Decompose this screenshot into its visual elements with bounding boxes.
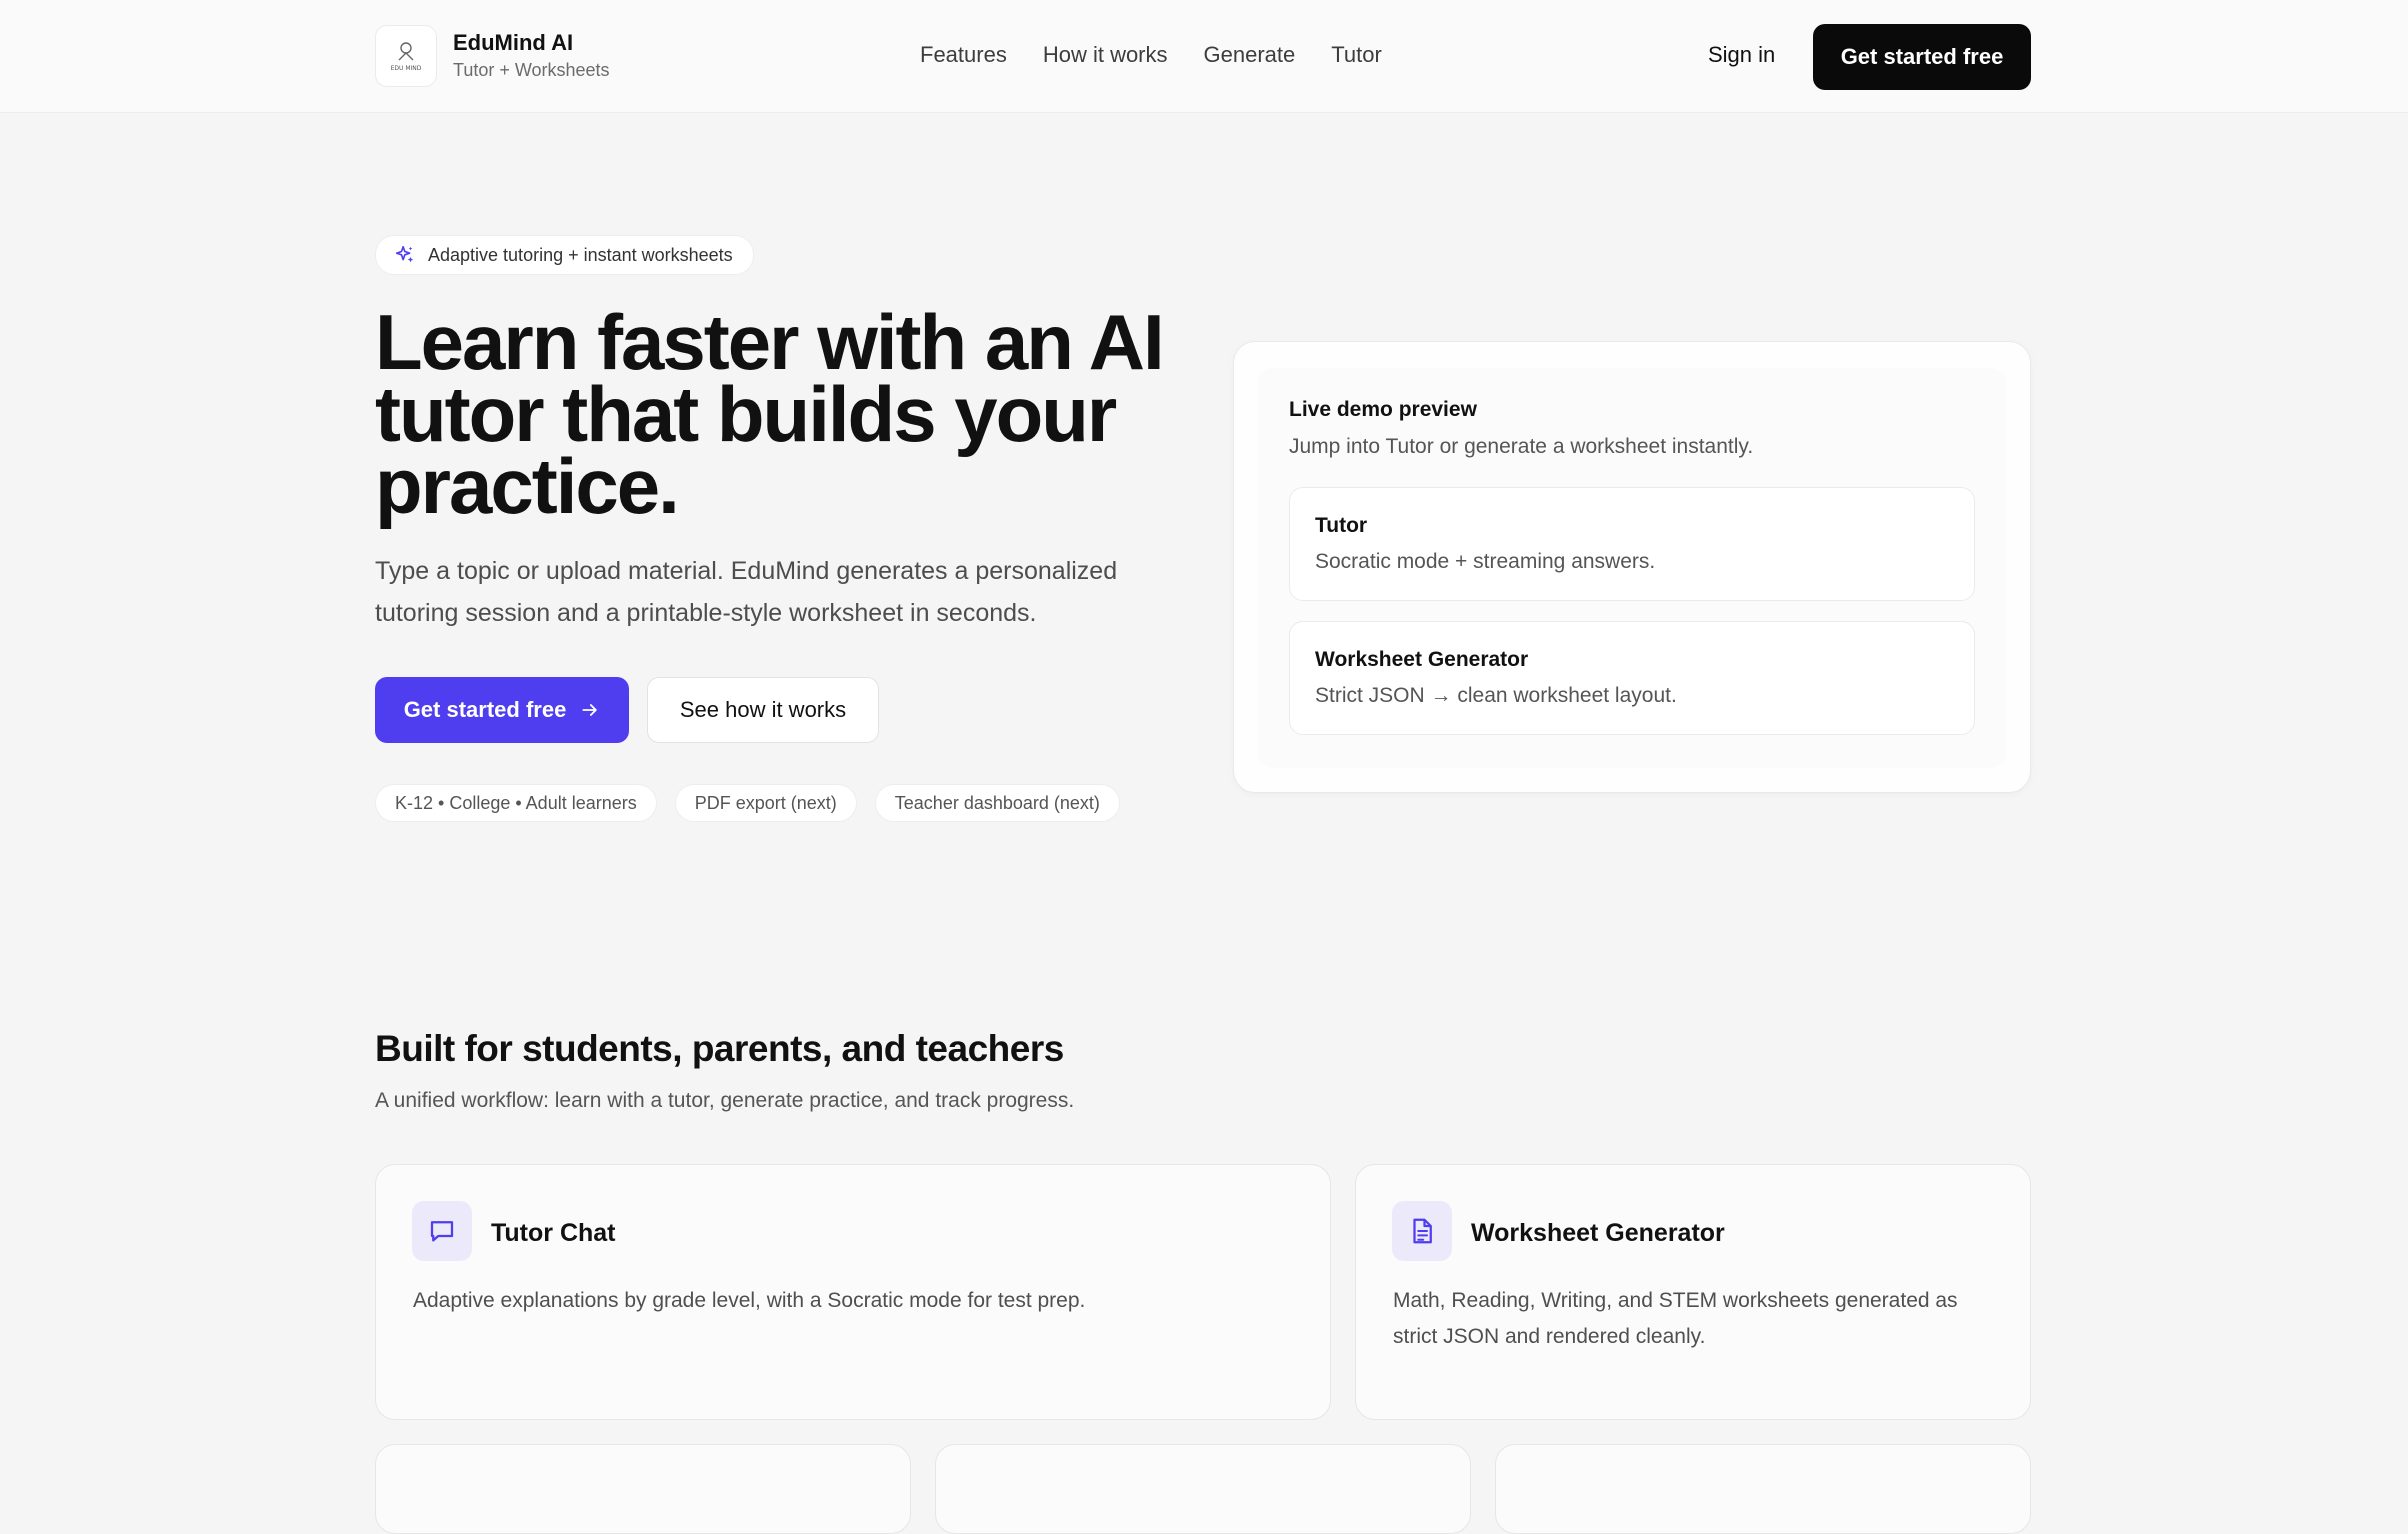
demo-item-title: Worksheet Generator [1315,648,1529,671]
nav-features[interactable]: Features [920,42,1007,68]
arrow-right-icon [582,704,598,716]
feature-icon-box [412,1201,472,1261]
sparkles-icon [395,245,414,263]
header-get-started-button[interactable]: Get started free [1813,24,2031,90]
logo-text: EDU MIND [391,65,422,72]
logo-emblem-icon: EDU MIND [391,42,422,72]
feature-title: Tutor Chat [491,1219,616,1247]
hero-get-started-button[interactable]: Get started free [375,677,629,743]
feature-card-worksheet-generator[interactable]: Worksheet Generator Math, Reading, Writi… [1355,1164,2031,1420]
chip-audience: K-12 • College • Adult learners [375,784,657,822]
feature-card-partial[interactable] [1495,1444,2031,1534]
features-title: Built for students, parents, and teacher… [375,1028,1064,1069]
demo-title: Live demo preview [1289,398,1477,421]
brand-name[interactable]: EduMind AI [453,30,573,56]
feature-desc: Math, Reading, Writing, and STEM workshe… [1393,1289,1958,1348]
chip-pdf-export: PDF export (next) [674,784,857,822]
feature-card-partial[interactable] [375,1444,911,1534]
demo-item-title: Tutor [1315,514,1368,537]
hero-get-started-label: Get started free [403,697,567,722]
chat-bubble-icon [430,1221,454,1242]
audience-chips: K-12 • College • Adult learners PDF expo… [375,784,1120,822]
sign-in-link[interactable]: Sign in [1708,42,1775,68]
nav-generate[interactable]: Generate [1204,42,1296,68]
main-nav: Features How it works Generate Tutor [920,42,1382,68]
chip-teacher-dashboard: Teacher dashboard (next) [874,784,1120,822]
brand-logo[interactable]: EDU MIND [375,25,437,87]
nav-tutor[interactable]: Tutor [1331,42,1382,68]
features-subtitle: A unified workflow: learn with a tutor, … [375,1089,1075,1112]
feature-card-partial[interactable] [935,1444,1471,1534]
brand-tagline: Tutor + Worksheets [453,60,610,80]
feature-icon-box [1392,1201,1452,1261]
document-icon [1413,1218,1432,1244]
top-navbar: EDU MIND EduMind AI Tutor + Worksheets F… [0,0,2408,113]
demo-subtitle: Jump into Tutor or generate a worksheet … [1289,435,1754,458]
nav-how-it-works[interactable]: How it works [1043,42,1168,68]
demo-item-desc: Socratic mode + streaming answers. [1315,550,1656,573]
hero-subtitle: Type a topic or upload material. EduMind… [375,557,1118,627]
hero-badge: Adaptive tutoring + instant worksheets [375,235,754,275]
feature-title: Worksheet Generator [1471,1219,1725,1247]
hero-title: Learn faster with an AI tutor that build… [375,298,1165,530]
demo-item-desc: Strict JSON → clean worksheet layout. [1315,684,1677,707]
hero-badge-text: Adaptive tutoring + instant worksheets [428,244,733,265]
demo-item-tutor[interactable]: Tutor Socratic mode + streaming answers. [1289,487,1975,601]
see-how-it-works-button[interactable]: See how it works [647,677,879,743]
landing-page: EDU MIND EduMind AI Tutor + Worksheets F… [0,0,2408,1534]
feature-desc: Adaptive explanations by grade level, wi… [413,1289,1086,1312]
demo-item-worksheet-generator[interactable]: Worksheet Generator Strict JSON → clean … [1289,621,1975,735]
feature-card-tutor-chat[interactable]: Tutor Chat Adaptive explanations by grad… [375,1164,1331,1420]
